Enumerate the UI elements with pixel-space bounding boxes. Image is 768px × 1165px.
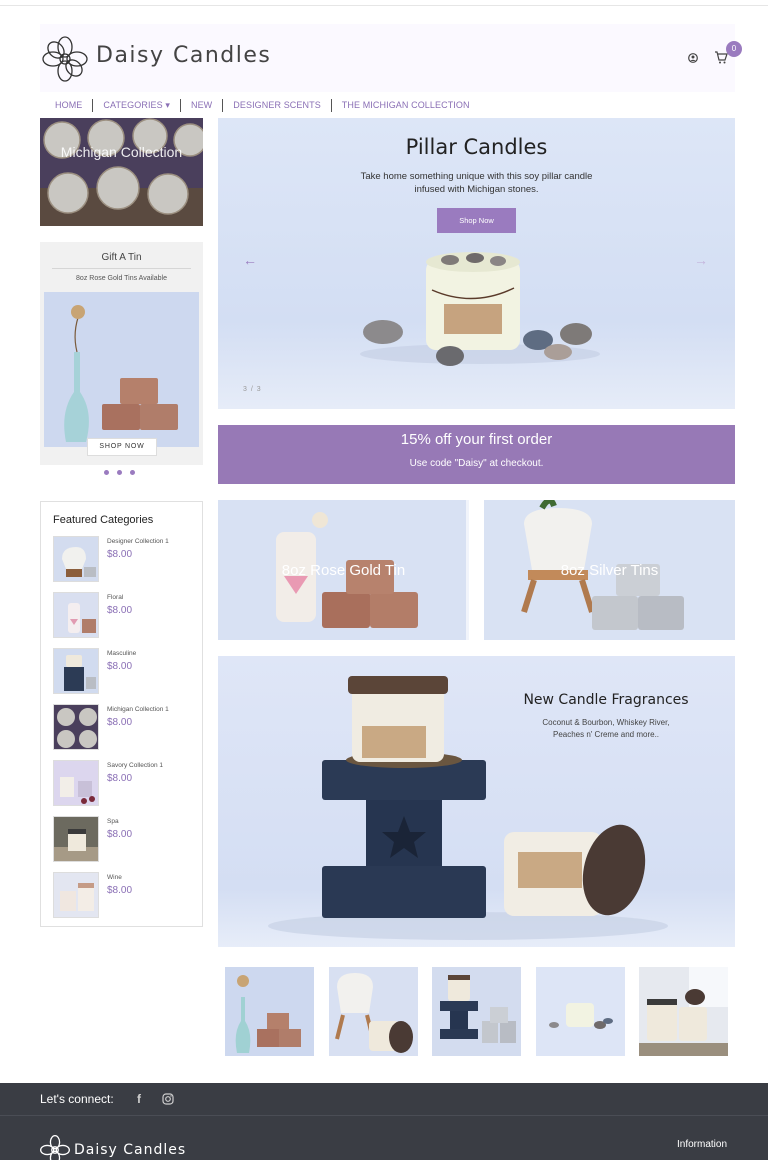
michigan-collection-title: Michigan Collection bbox=[60, 144, 183, 160]
top-divider bbox=[0, 5, 768, 6]
carousel-dot[interactable] bbox=[104, 470, 109, 475]
carousel-dots bbox=[104, 470, 135, 475]
rose-gold-tins-image bbox=[44, 292, 199, 447]
product-thumbnail[interactable] bbox=[225, 967, 314, 1056]
category-price: $8.00 bbox=[107, 605, 133, 616]
category-name[interactable]: Wine bbox=[107, 874, 122, 881]
category-price: $8.00 bbox=[107, 773, 133, 784]
michigan-tins-image bbox=[40, 118, 203, 226]
nav-divider bbox=[330, 98, 332, 112]
footer-divider bbox=[0, 1115, 768, 1116]
hero-description: Take home something unique with this soy… bbox=[360, 171, 593, 195]
list-item[interactable]: Floral $8.00 bbox=[53, 592, 203, 638]
hero-shop-now-button[interactable]: Shop Now bbox=[437, 208, 516, 233]
product-thumbnail[interactable] bbox=[53, 648, 99, 694]
product-thumbnail[interactable] bbox=[53, 760, 99, 806]
tile-label: 8oz Silver Tins bbox=[560, 562, 659, 579]
arrow-right-icon[interactable]: → bbox=[694, 252, 708, 268]
new-fragrances-banner[interactable]: New Candle Fragrances Coconut & Bourbon,… bbox=[218, 656, 735, 947]
product-thumbnail[interactable] bbox=[53, 536, 99, 582]
cart-count-badge: 0 bbox=[726, 41, 742, 57]
list-item[interactable]: Masculine $8.00 bbox=[53, 648, 203, 694]
slide-counter: 3 / 3 bbox=[243, 386, 262, 393]
promo-title: 15% off your first order bbox=[400, 431, 553, 448]
carousel-dot[interactable] bbox=[130, 470, 135, 475]
list-item[interactable]: Spa $8.00 bbox=[53, 816, 203, 862]
product-thumbnail[interactable] bbox=[536, 967, 625, 1056]
product-thumbnail[interactable] bbox=[53, 704, 99, 750]
site-header: Daisy Candles 0 bbox=[40, 24, 742, 92]
product-thumbnail[interactable] bbox=[53, 816, 99, 862]
category-price: $8.00 bbox=[107, 661, 133, 672]
category-name[interactable]: Savory Collection 1 bbox=[107, 762, 163, 769]
michigan-collection-card[interactable]: Michigan Collection bbox=[40, 118, 203, 226]
list-item[interactable]: Wine $8.00 bbox=[53, 872, 203, 918]
gift-tin-divider bbox=[52, 268, 191, 269]
product-thumbnail[interactable] bbox=[329, 967, 418, 1056]
list-item[interactable]: Michigan Collection 1 $8.00 bbox=[53, 704, 203, 750]
main-nav: HOME CATEGORIES ▾ NEW DESIGNER SCENTS TH… bbox=[55, 98, 470, 112]
promo-banner[interactable]: 15% off your first order Use code "Daisy… bbox=[218, 425, 735, 484]
product-thumbnail[interactable] bbox=[53, 592, 99, 638]
gift-tin-title: Gift A Tin bbox=[101, 252, 142, 263]
hero-slider: Pillar Candles Take home something uniqu… bbox=[218, 118, 735, 409]
connect-label: Let's connect: bbox=[40, 1092, 114, 1106]
featured-categories-panel: Featured Categories Designer Collection … bbox=[40, 501, 203, 927]
category-price: $8.00 bbox=[107, 885, 133, 896]
featured-categories-title: Featured Categories bbox=[53, 514, 154, 526]
instagram-icon[interactable] bbox=[162, 1093, 174, 1105]
shop-now-button[interactable]: SHOP NOW bbox=[87, 438, 157, 456]
category-price: $8.00 bbox=[107, 829, 133, 840]
gift-tin-subtitle: 8oz Rose Gold Tins Available bbox=[76, 275, 167, 282]
category-price: $8.00 bbox=[107, 717, 133, 728]
site-footer: Let's connect: f Daisy Candles Informati… bbox=[0, 1083, 768, 1165]
information-heading: Information bbox=[677, 1139, 728, 1150]
daisy-logo-icon[interactable] bbox=[40, 1135, 70, 1165]
nav-divider bbox=[222, 98, 224, 112]
product-thumbnail[interactable] bbox=[432, 967, 521, 1056]
nav-new[interactable]: NEW bbox=[191, 100, 212, 110]
promo-subtitle: Use code "Daisy" at checkout. bbox=[409, 458, 544, 469]
banner-subtitle: Coconut & Bourbon, Whiskey River, Peache… bbox=[542, 718, 670, 739]
pillar-candle-image bbox=[360, 252, 600, 366]
gift-tin-card: Gift A Tin 8oz Rose Gold Tins Available … bbox=[40, 242, 203, 465]
category-name[interactable]: Designer Collection 1 bbox=[107, 538, 169, 545]
user-account-icon[interactable] bbox=[688, 53, 698, 63]
carousel-dot[interactable] bbox=[117, 470, 122, 475]
list-item[interactable]: Savory Collection 1 $8.00 bbox=[53, 760, 203, 806]
rose-gold-tin-tile[interactable]: 8oz Rose Gold Tin bbox=[218, 500, 469, 640]
nav-categories[interactable]: CATEGORIES ▾ bbox=[103, 100, 170, 111]
category-name[interactable]: Floral bbox=[107, 594, 123, 601]
nav-divider bbox=[92, 98, 94, 112]
nav-home[interactable]: HOME bbox=[55, 100, 82, 110]
product-thumbnail[interactable] bbox=[639, 967, 728, 1056]
facebook-icon[interactable]: f bbox=[137, 1092, 141, 1106]
footer-brand-name[interactable]: Daisy Candles bbox=[74, 1142, 186, 1158]
hero-title: Pillar Candles bbox=[405, 135, 548, 159]
list-item[interactable]: Designer Collection 1 $8.00 bbox=[53, 536, 203, 582]
product-thumbnail[interactable] bbox=[53, 872, 99, 918]
banner-title: New Candle Fragrances bbox=[523, 692, 689, 708]
category-name[interactable]: Masculine bbox=[107, 650, 136, 657]
silver-tins-tile[interactable]: 8oz Silver Tins bbox=[484, 500, 735, 640]
tile-label: 8oz Rose Gold Tin bbox=[281, 562, 406, 579]
arrow-left-icon[interactable]: ← bbox=[243, 252, 257, 268]
nav-michigan-collection[interactable]: THE MICHIGAN COLLECTION bbox=[342, 100, 470, 110]
shopping-cart-icon[interactable] bbox=[714, 51, 728, 64]
nav-designer-scents[interactable]: DESIGNER SCENTS bbox=[233, 100, 321, 110]
category-name[interactable]: Michigan Collection 1 bbox=[107, 706, 169, 713]
category-name[interactable]: Spa bbox=[107, 818, 119, 825]
brand-name[interactable]: Daisy Candles bbox=[96, 43, 271, 68]
category-price: $8.00 bbox=[107, 549, 133, 560]
product-thumbnail-row bbox=[225, 967, 730, 1056]
nav-divider bbox=[179, 98, 181, 112]
daisy-logo-icon[interactable] bbox=[42, 36, 88, 82]
